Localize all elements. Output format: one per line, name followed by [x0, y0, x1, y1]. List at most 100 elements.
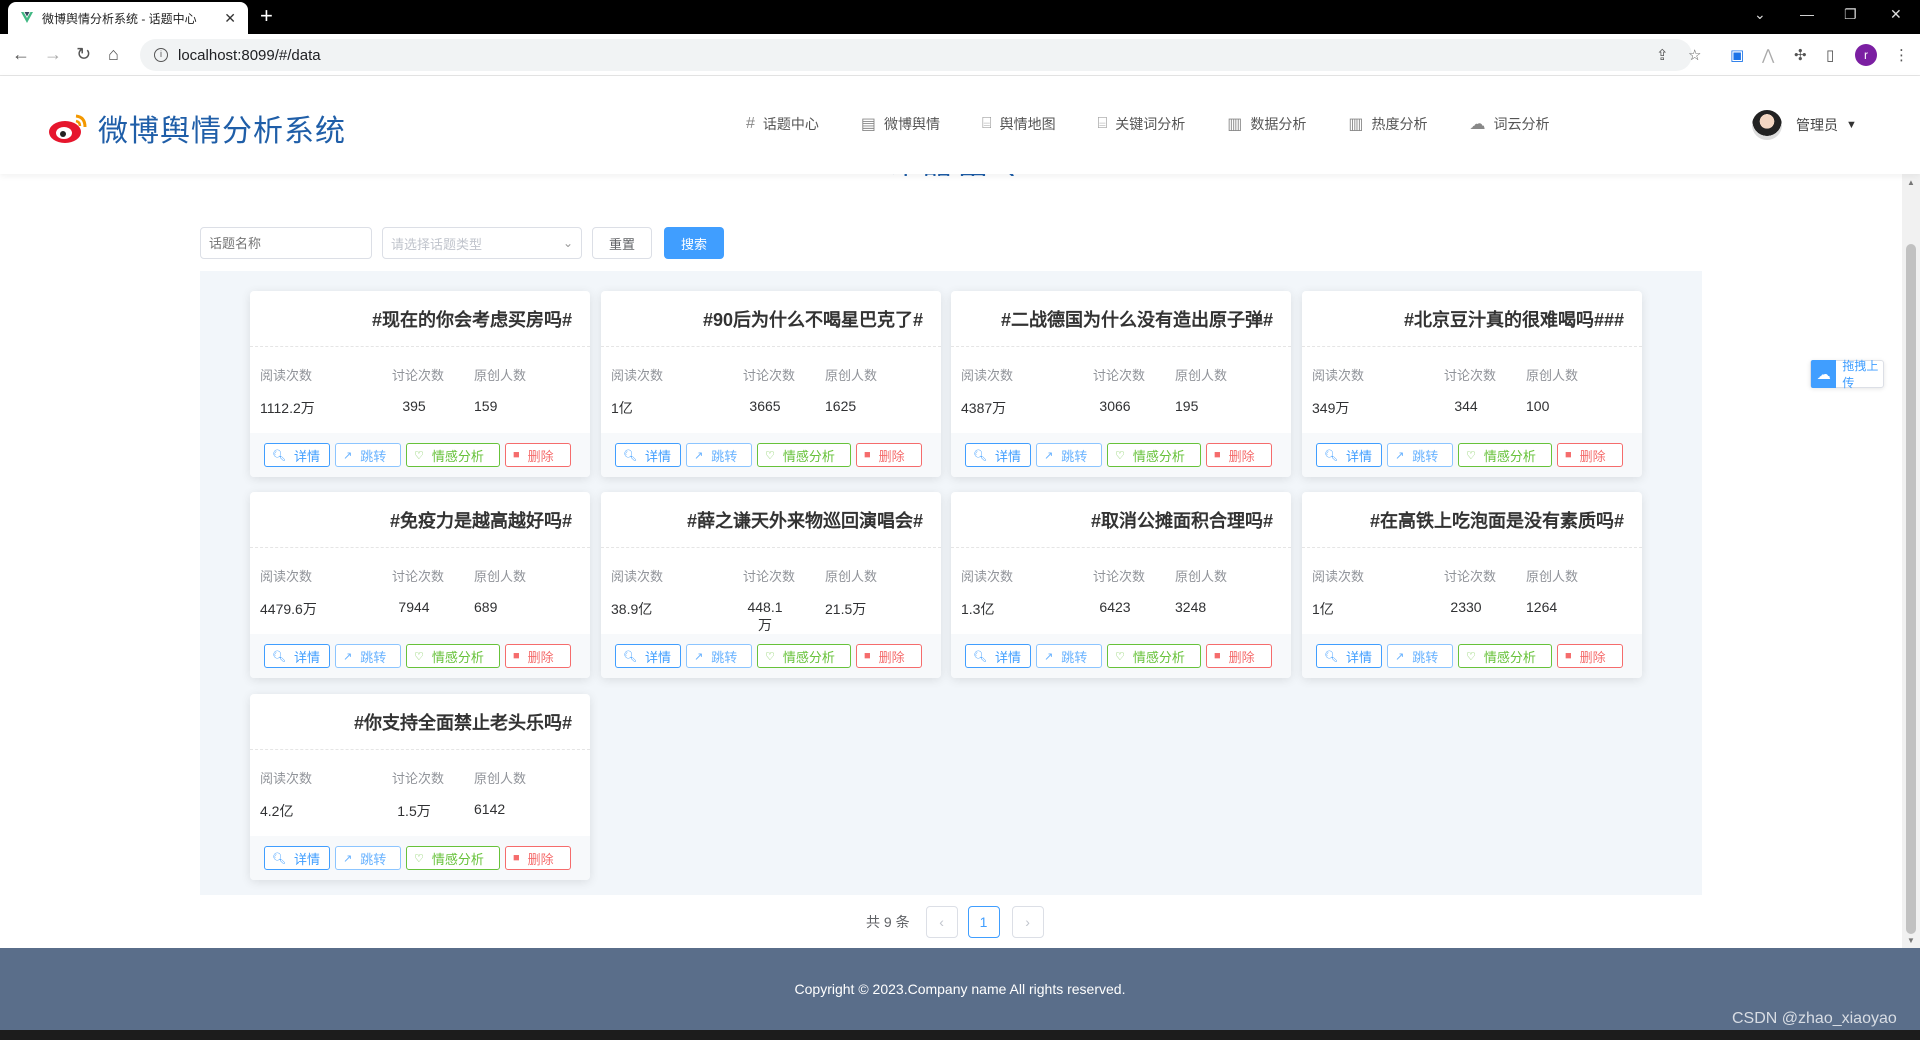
restore-icon[interactable]: ❐	[1844, 6, 1857, 23]
jump-button[interactable]: ↗ 跳转	[335, 644, 401, 668]
jump-button[interactable]: ↗ 跳转	[686, 644, 752, 668]
topic-card: #二战德国为什么没有造出原子弹# 阅读次数 讨论次数 原创人数 4387万 30…	[951, 291, 1291, 477]
nav-item-data-analysis[interactable]: ▥ 数据分析	[1227, 114, 1306, 134]
detail-button[interactable]: 🔍︎ 详情	[615, 644, 681, 668]
delete-button[interactable]: ■ 删除	[1206, 443, 1272, 467]
jump-button[interactable]: ↗ 跳转	[1387, 644, 1453, 668]
new-tab-button[interactable]: +	[260, 5, 273, 27]
delete-button[interactable]: ■ 删除	[505, 644, 571, 668]
emotion-analysis-button[interactable]: ♡ 情感分析	[1107, 644, 1201, 668]
avatar[interactable]	[1752, 110, 1782, 140]
extensions-puzzle-icon[interactable]: ✣	[1794, 46, 1807, 64]
copyright-text: Copyright © 2023.Company name All rights…	[794, 981, 1126, 997]
delete-button[interactable]: ■ 删除	[1557, 644, 1623, 668]
detail-button[interactable]: 🔍︎ 详情	[264, 846, 330, 870]
url-field[interactable]: i localhost:8099/#/data	[140, 39, 1692, 71]
jump-button[interactable]: ↗ 跳转	[1036, 644, 1102, 668]
bookmark-star-icon[interactable]: ☆	[1688, 46, 1701, 64]
reload-icon[interactable]: ↻	[76, 44, 91, 65]
trash-icon: ■	[1214, 650, 1221, 662]
jump-button[interactable]: ↗ 跳转	[335, 846, 401, 870]
page-number-button[interactable]: 1	[967, 906, 1000, 938]
topic-actions: 🔍︎ 详情 ↗ 跳转 ♡ 情感分析 ■ 删除	[250, 836, 590, 880]
heart-icon: ♡	[414, 650, 424, 663]
nav-item-topic-center[interactable]: # 话题中心	[746, 114, 819, 134]
nav-item-wordcloud-analysis[interactable]: ☁ 词云分析	[1470, 114, 1550, 134]
scroll-up-icon[interactable]: ▲	[1907, 178, 1915, 187]
profile-avatar[interactable]: r	[1855, 44, 1877, 66]
side-panel-icon[interactable]: ▯	[1826, 46, 1834, 64]
jump-button[interactable]: ↗ 跳转	[1036, 443, 1102, 467]
emotion-analysis-button[interactable]: ♡ 情感分析	[1458, 443, 1552, 467]
nav-item-opinion-map[interactable]: ⌸ 舆情地图	[982, 114, 1056, 134]
jump-label: 跳转	[711, 649, 738, 665]
topic-type-select[interactable]: 请选择话题类型 ⌄	[382, 227, 582, 259]
detail-button[interactable]: 🔍︎ 详情	[965, 644, 1031, 668]
emotion-analysis-button[interactable]: ♡ 情感分析	[1107, 443, 1201, 467]
topic-card: #免疫力是越高越好吗# 阅读次数 讨论次数 原创人数 4479.6万 7944 …	[250, 492, 590, 678]
caret-down-icon[interactable]: ▼	[1846, 119, 1857, 131]
delete-button[interactable]: ■ 删除	[1557, 443, 1623, 467]
share-icon[interactable]: ⇪	[1656, 46, 1669, 64]
original-count-label: 原创人数	[1526, 368, 1579, 383]
extension-a-icon[interactable]: ⋀	[1762, 46, 1774, 64]
tab-close-icon[interactable]: ✕	[224, 10, 236, 27]
emotion-analysis-button[interactable]: ♡ 情感分析	[406, 846, 500, 870]
emotion-analysis-button[interactable]: ♡ 情感分析	[757, 443, 851, 467]
forward-arrow-icon[interactable]: →	[44, 44, 62, 65]
drag-upload-button[interactable]: ☁ 拖拽上传	[1810, 359, 1884, 390]
next-page-button[interactable]: ›	[1011, 906, 1044, 938]
jump-button[interactable]: ↗ 跳转	[335, 443, 401, 467]
emotion-analysis-button[interactable]: ♡ 情感分析	[757, 644, 851, 668]
app-logo[interactable]: 微博舆情分析系统	[48, 106, 346, 150]
prev-page-button[interactable]: ‹	[925, 906, 958, 938]
emotion-analysis-button[interactable]: ♡ 情感分析	[1458, 644, 1552, 668]
jump-label: 跳转	[711, 448, 738, 464]
nav-item-heat-analysis[interactable]: ▥ 热度分析	[1348, 114, 1427, 134]
jump-button[interactable]: ↗ 跳转	[1387, 443, 1453, 467]
delete-button[interactable]: ■ 删除	[1206, 644, 1272, 668]
delete-button[interactable]: ■ 删除	[505, 443, 571, 467]
detail-button[interactable]: 🔍︎ 详情	[615, 443, 681, 467]
topic-name-input[interactable]	[200, 227, 372, 259]
emotion-analysis-button[interactable]: ♡ 情感分析	[406, 644, 500, 668]
detail-button[interactable]: 🔍︎ 详情	[965, 443, 1031, 467]
delete-label: 删除	[1228, 649, 1255, 665]
page-scrollbar[interactable]: ▲ ▼	[1902, 174, 1920, 948]
topic-actions: 🔍︎ 详情 ↗ 跳转 ♡ 情感分析 ■ 删除	[951, 433, 1291, 477]
tab-search-chevron-icon[interactable]: ⌄	[1754, 6, 1766, 23]
nav-item-weibo-opinion[interactable]: ▤ 微博舆情	[861, 114, 940, 134]
emotion-label: 情感分析	[431, 851, 484, 867]
window-close-icon[interactable]: ✕	[1890, 6, 1902, 23]
detail-button[interactable]: 🔍︎ 详情	[1316, 644, 1382, 668]
scrollbar-thumb[interactable]	[1906, 244, 1916, 934]
extension-translate-icon[interactable]: ▣	[1730, 46, 1744, 64]
delete-button[interactable]: ■ 删除	[505, 846, 571, 870]
discuss-count-value: 1.5万	[397, 803, 431, 819]
detail-button[interactable]: 🔍︎ 详情	[264, 644, 330, 668]
minimize-icon[interactable]: —	[1800, 6, 1814, 22]
discuss-count-label: 讨论次数	[392, 368, 445, 383]
heart-icon: ♡	[1466, 650, 1476, 663]
jump-button[interactable]: ↗ 跳转	[686, 443, 752, 467]
discuss-count-value: 2330	[1450, 599, 1482, 615]
nav-item-keyword-analysis[interactable]: ⌸ 关键词分析	[1098, 114, 1186, 134]
browser-tab-active[interactable]: 微博舆情分析系统 - 话题中心 ✕	[8, 2, 248, 34]
site-info-icon[interactable]: i	[154, 48, 168, 62]
read-count-label: 阅读次数	[1312, 569, 1365, 584]
delete-button[interactable]: ■ 删除	[856, 644, 922, 668]
reset-button[interactable]: 重置	[592, 227, 652, 259]
user-menu[interactable]: 管理员 ▼	[1752, 110, 1857, 140]
main-nav: # 话题中心 ▤ 微博舆情 ⌸ 舆情地图 ⌸ 关键词分析 ▥ 数据分析 ▥ 热度分析 ☁ 词云…	[746, 114, 1592, 134]
browser-menu-icon[interactable]: ⋮	[1894, 46, 1909, 64]
delete-button[interactable]: ■ 删除	[856, 443, 922, 467]
topic-stats: 阅读次数 讨论次数 原创人数 349万 344 100	[1302, 347, 1642, 433]
search-button[interactable]: 搜索	[664, 227, 724, 259]
home-icon[interactable]: ⌂	[108, 44, 119, 65]
scroll-down-icon[interactable]: ▼	[1907, 936, 1915, 945]
discuss-count-label: 讨论次数	[1093, 368, 1146, 383]
emotion-analysis-button[interactable]: ♡ 情感分析	[406, 443, 500, 467]
back-arrow-icon[interactable]: ←	[12, 44, 30, 65]
detail-button[interactable]: 🔍︎ 详情	[264, 443, 330, 467]
detail-button[interactable]: 🔍︎ 详情	[1316, 443, 1382, 467]
